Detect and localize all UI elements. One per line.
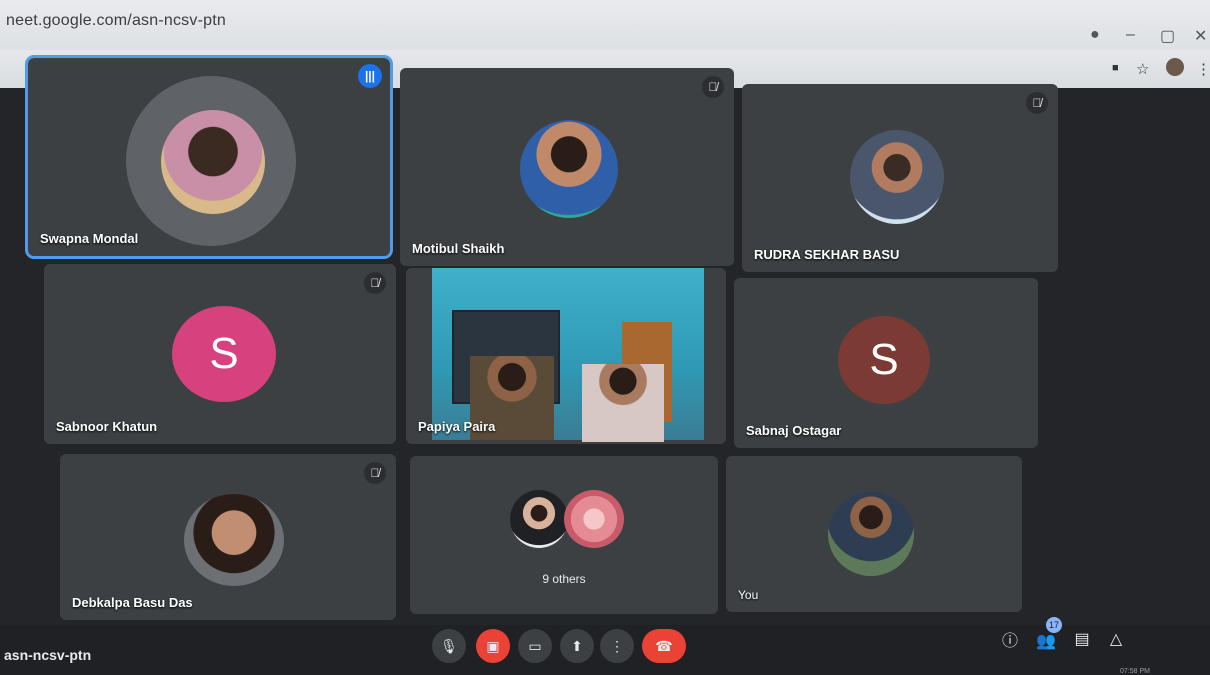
profile-icon[interactable]: ●: [1090, 26, 1100, 44]
present-button[interactable]: ⬆: [560, 629, 594, 663]
person-right: [582, 364, 664, 442]
participant-tile-papiya[interactable]: Papiya Paira: [406, 268, 726, 444]
participant-tile-debkalpa[interactable]: 🎙̸ Debkalpa Basu Das: [60, 454, 396, 620]
hang-up-icon: ☎: [655, 637, 673, 654]
participant-tile-others[interactable]: 9 others: [410, 456, 718, 614]
taskbar-clock: 07:58 PM: [1120, 668, 1150, 675]
leave-call-button[interactable]: ☎: [642, 629, 686, 663]
info-icon[interactable]: ⓘ: [998, 627, 1022, 651]
participant-tile-sabnaj[interactable]: S Sabnaj Ostagar: [734, 278, 1038, 448]
participant-tile-rudra[interactable]: 🎙̸ RUDRA SEKHAR BASU: [742, 84, 1058, 272]
meeting-code: asn-ncsv-ptn: [4, 647, 92, 663]
camera-off-icon: ▣: [486, 637, 500, 654]
participant-tile-sabnoor[interactable]: S 🎙̸ Sabnoor Khatun: [44, 264, 396, 444]
meeting-control-bar: asn-ncsv-ptn 🎙 ▣ ▭ ⬆ ⋮ ☎ ⓘ 👥 17 ▤ △: [0, 617, 1210, 675]
mic-off-icon: 🎙̸: [1026, 92, 1048, 114]
present-icon: ⬆: [571, 637, 583, 654]
more-dots-icon: ⋮: [610, 637, 624, 654]
avatar: [520, 120, 618, 218]
microphone-button[interactable]: 🎙: [432, 629, 466, 663]
minimize-icon[interactable]: –: [1126, 26, 1135, 44]
captions-button[interactable]: ▭: [518, 629, 552, 663]
screen: neet.google.com/asn-ncsv-ptn ● – ▢ ✕ ■ ☆…: [0, 0, 1210, 675]
close-icon[interactable]: ✕: [1194, 26, 1207, 46]
captions-icon: ▭: [528, 637, 542, 654]
participant-name: Swapna Mondal: [40, 231, 139, 246]
camera-indicator-icon[interactable]: ■: [1112, 62, 1119, 74]
video-feed: [432, 268, 704, 442]
avatar: [184, 494, 284, 586]
browser-title-bar: neet.google.com/asn-ncsv-ptn ● – ▢ ✕: [0, 0, 1210, 51]
avatar[interactable]: [1166, 58, 1184, 76]
menu-dots-icon[interactable]: ⋮: [1196, 60, 1210, 78]
mic-off-icon: 🎙̸: [702, 76, 724, 98]
participant-tile-motibul[interactable]: 🎙̸ Motibul Shaikh: [400, 68, 734, 266]
participant-name: Papiya Paira: [418, 419, 496, 434]
avatar: [564, 490, 624, 548]
participant-count-badge: 17: [1046, 617, 1062, 633]
more-options-button[interactable]: ⋮: [600, 629, 634, 663]
address-bar-url[interactable]: neet.google.com/asn-ncsv-ptn: [6, 12, 226, 30]
maximize-icon[interactable]: ▢: [1160, 26, 1175, 46]
participant-name: RUDRA SEKHAR BASU: [754, 247, 900, 262]
others-count: 9 others: [542, 572, 586, 586]
participant-name: Sabnaj Ostagar: [746, 423, 842, 438]
participant-name: Motibul Shaikh: [412, 241, 505, 256]
activities-icon[interactable]: △: [1104, 627, 1128, 651]
camera-off-button[interactable]: ▣: [476, 629, 510, 663]
participant-name: Debkalpa Basu Das: [72, 595, 193, 610]
participant-tile-you[interactable]: You: [726, 456, 1022, 612]
mic-off-icon: 🎙̸: [364, 462, 386, 484]
participant-name: You: [738, 588, 759, 602]
participant-name: Sabnoor Khatun: [56, 419, 158, 434]
mic-off-icon: 🎙̸: [364, 272, 386, 294]
avatar-initial: S: [838, 316, 930, 404]
video-grid: ||| Swapna Mondal 🎙̸ Motibul Shaikh 🎙̸ R…: [0, 55, 1210, 675]
speaking-indicator-icon: |||: [358, 64, 382, 88]
participant-tile-swapna[interactable]: ||| Swapna Mondal: [25, 55, 393, 259]
chat-icon[interactable]: ▤: [1070, 627, 1094, 651]
avatar: [850, 130, 944, 224]
avatar-initial: S: [172, 306, 276, 402]
bookmark-star-icon[interactable]: ☆: [1136, 60, 1149, 78]
avatar: [510, 490, 568, 548]
avatar: [161, 110, 265, 214]
avatar: [828, 492, 914, 576]
mic-icon: 🎙: [440, 637, 458, 654]
